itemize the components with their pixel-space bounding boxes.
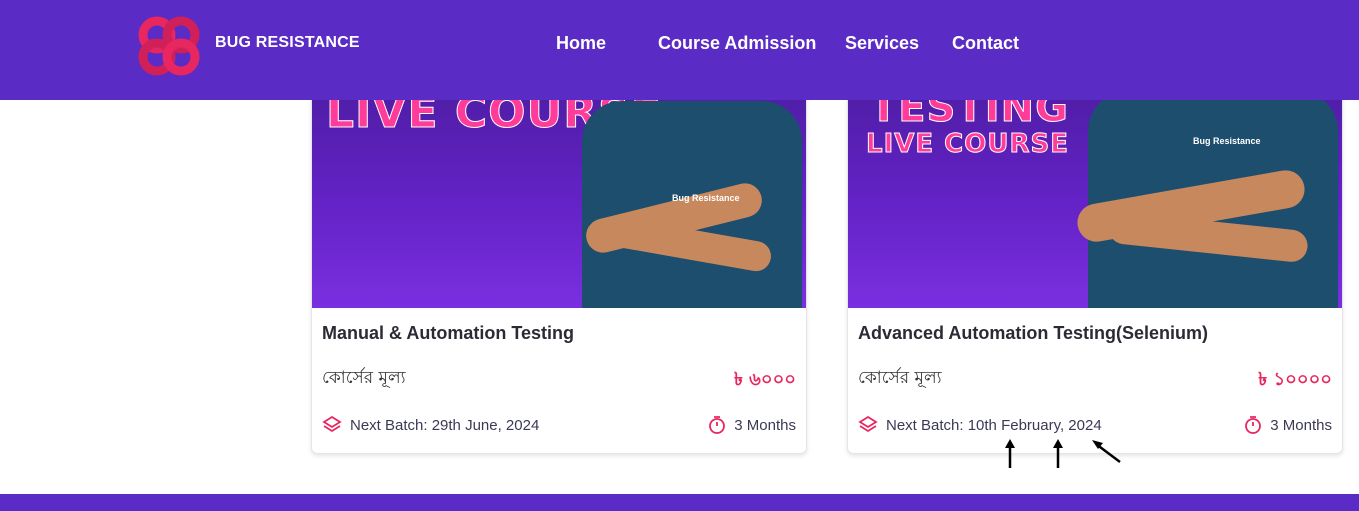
duration-text: 3 Months xyxy=(1270,416,1332,434)
next-batch: Next Batch: 29th June, 2024 xyxy=(322,415,539,435)
shirt-badge: Bug Resistance xyxy=(1193,136,1261,146)
nav-course-admission[interactable]: Course Admission xyxy=(658,33,816,54)
course-price: ৳ ৬০০০ xyxy=(733,369,796,390)
course-duration: 3 Months xyxy=(1244,415,1332,435)
footer-bar xyxy=(0,494,1359,511)
price-label: কোর্সের মূল্য xyxy=(322,368,406,388)
site-header: BUG RESISTANCE Home Course Admission Ser… xyxy=(0,0,1359,100)
arrow-annotation-icon xyxy=(1005,439,1121,468)
stopwatch-icon xyxy=(709,416,726,434)
brand-name[interactable]: BUG RESISTANCE xyxy=(215,34,360,52)
banner-headline: LIVE COURSE xyxy=(866,129,1069,160)
price-label: কোর্সের মূল্য xyxy=(858,368,942,388)
next-batch-text: Next Batch: 29th June, 2024 xyxy=(350,416,540,434)
logo-icon[interactable] xyxy=(137,15,201,77)
duration-text: 3 Months xyxy=(734,416,796,434)
stopwatch-icon xyxy=(1245,416,1262,434)
next-batch: Next Batch: 10th February, 2024 xyxy=(858,415,1102,435)
nav-contact[interactable]: Contact xyxy=(952,33,1019,54)
nav-home[interactable]: Home xyxy=(556,33,606,54)
course-price: ৳ ১০০০০ xyxy=(1258,369,1332,390)
course-card-manual-automation[interactable]: LIVE COURSE Bug Resistance Manual & Auto… xyxy=(311,60,807,454)
course-title[interactable]: Manual & Automation Testing xyxy=(322,323,574,344)
nav-services[interactable]: Services xyxy=(845,33,919,54)
course-card-advanced-selenium[interactable]: TESTING LIVE COURSE Bug Resistance Advan… xyxy=(847,60,1343,454)
course-duration: 3 Months xyxy=(708,415,796,435)
layers-icon xyxy=(858,415,878,433)
layers-icon xyxy=(322,415,342,433)
course-title[interactable]: Advanced Automation Testing(Selenium) xyxy=(858,323,1208,344)
next-batch-text: Next Batch: 10th February, 2024 xyxy=(886,416,1102,434)
shirt-badge: Bug Resistance xyxy=(672,193,740,203)
